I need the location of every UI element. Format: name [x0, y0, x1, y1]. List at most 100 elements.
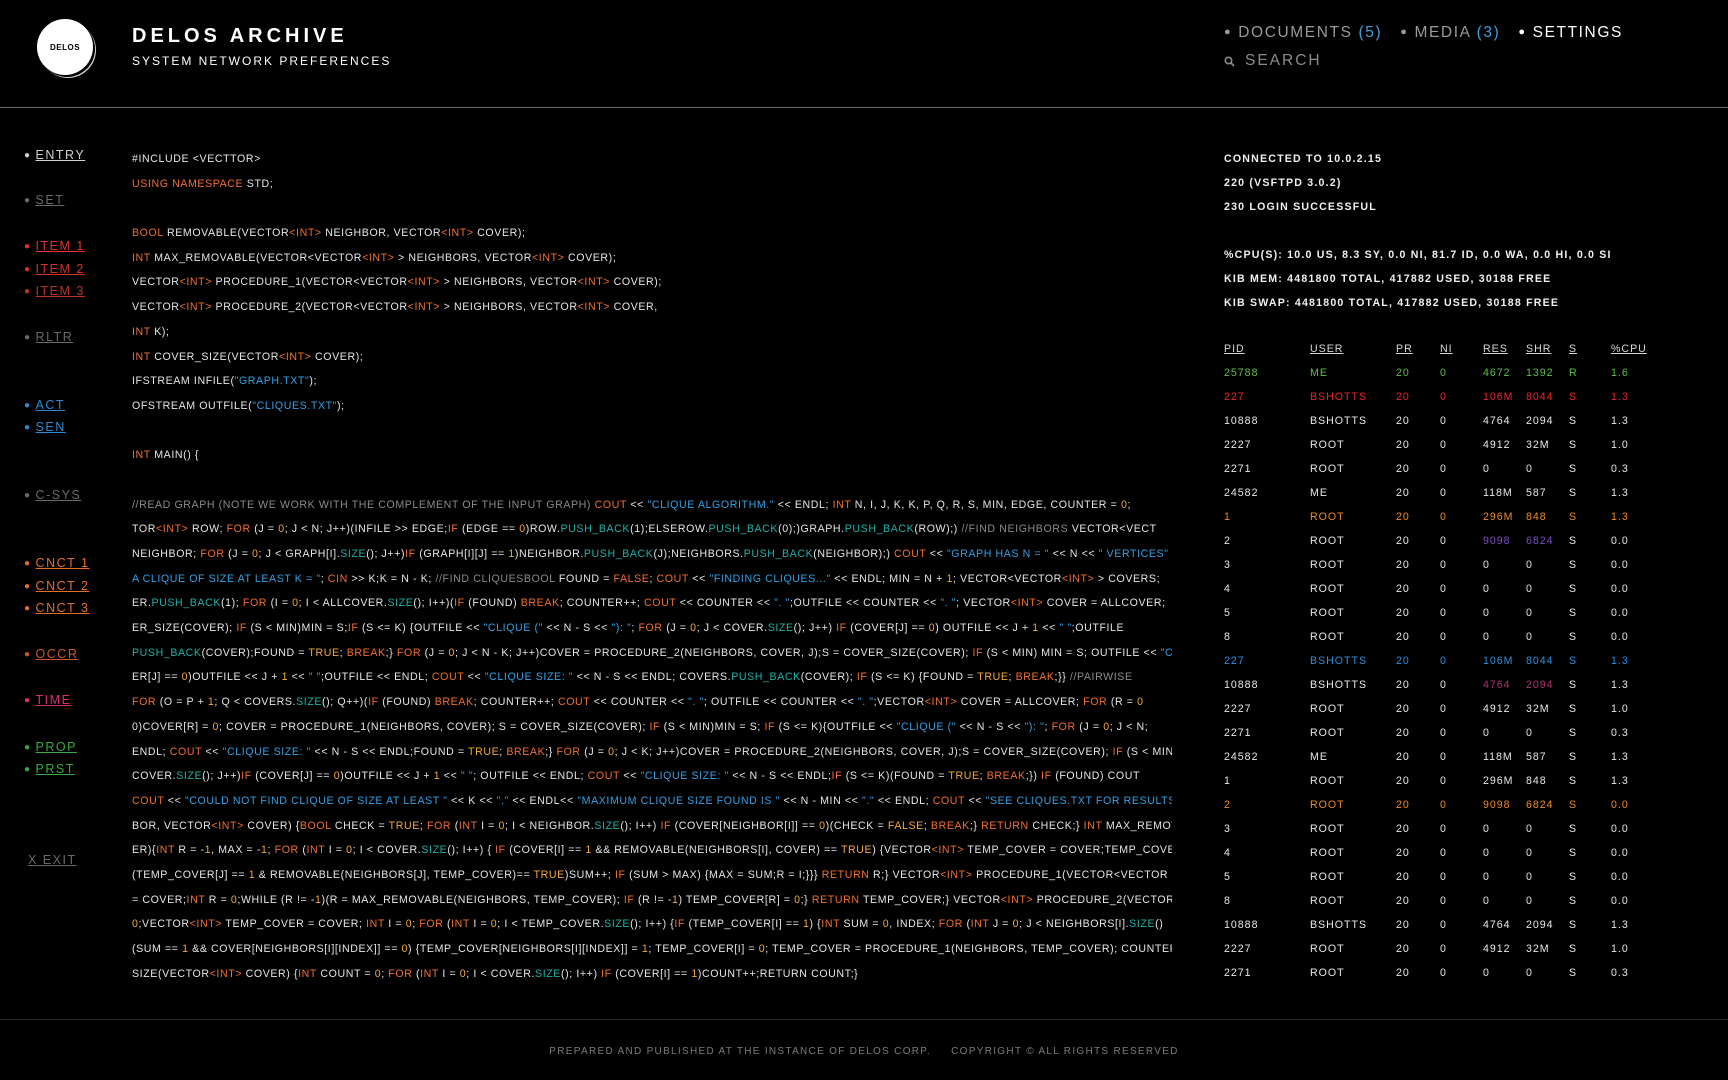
code-token: "GRAPH.TXT": [234, 375, 310, 388]
column-header[interactable]: %CPU: [1611, 343, 1661, 367]
table-row[interactable]: 5 ROOT 20 0 0 0 S 0.0: [1224, 871, 1661, 895]
sidebar-item-act[interactable]: ● ACT: [24, 398, 65, 412]
sidebar-item-label: ACT: [35, 398, 66, 412]
terminal-line: CONNECTED TO 10.0.2.15: [1224, 153, 1383, 165]
table-row[interactable]: 227 BSHOTTS 20 0 106M 8044 S 1.3: [1224, 391, 1661, 415]
search-link[interactable]: SEARCH: [1224, 52, 1322, 70]
table-row[interactable]: 8 ROOT 20 0 0 0 S 0.0: [1224, 631, 1661, 655]
table-row[interactable]: 4 ROOT 20 0 0 0 S 0.0: [1224, 847, 1661, 871]
column-header[interactable]: SHR: [1526, 343, 1569, 367]
code-token: <<: [1038, 622, 1060, 635]
column-header[interactable]: NI: [1440, 343, 1483, 367]
code-token: (: [962, 918, 971, 931]
table-row[interactable]: 2227 ROOT 20 0 4912 32M S 1.0: [1224, 943, 1661, 967]
sidebar-item-cnct-1[interactable]: ● CNCT 1: [24, 556, 89, 570]
table-row[interactable]: 1 ROOT 20 0 296M 848 S 1.3: [1224, 511, 1661, 535]
table-row[interactable]: 3 ROOT 20 0 0 0 S 0.0: [1224, 559, 1661, 583]
table-cell: ROOT: [1310, 559, 1345, 571]
sidebar-item-item-1[interactable]: ● ITEM 1: [24, 239, 85, 253]
table-row[interactable]: 1 ROOT 20 0 296M 848 S 1.3: [1224, 775, 1661, 799]
table-row[interactable]: 5 ROOT 20 0 0 0 S 0.0: [1224, 607, 1661, 631]
code-line: ER[J] == 0)OUTFILE << J + 1 << " ";OUTFI…: [132, 665, 1172, 690]
column-header[interactable]: S: [1569, 343, 1611, 367]
table-cell: ROOT: [1310, 511, 1345, 523]
footer-divider: [0, 1019, 1728, 1020]
table-cell: 20: [1396, 631, 1410, 643]
table-row[interactable]: 10888 BSHOTTS 20 0 4764 2094 S 1.3: [1224, 679, 1661, 703]
code-token: INT: [451, 918, 470, 931]
sidebar-item-entry[interactable]: ● ENTRY: [24, 148, 85, 162]
code-token: (J =: [421, 646, 449, 659]
sidebar-item-time[interactable]: ● TIME: [24, 693, 71, 707]
table-cell: ROOT: [1310, 583, 1345, 595]
code-token: TEMP_COVER = COVER;TEMP_COVER: [964, 844, 1172, 857]
column-header[interactable]: PID: [1224, 343, 1310, 367]
code-token: BREAK: [434, 696, 474, 709]
sidebar-item-set[interactable]: ● SET: [24, 193, 64, 207]
table-cell: ROOT: [1310, 727, 1345, 739]
table-row[interactable]: 2227 ROOT 20 0 4912 32M S 1.0: [1224, 703, 1661, 727]
code-token: <INT>: [179, 301, 213, 314]
code-token: (J =: [580, 745, 609, 758]
code-line: TOR<INT> ROW; FOR (J = 0; J < N; J++)(IN…: [132, 517, 1172, 542]
table-row[interactable]: 8 ROOT 20 0 0 0 S 0.0: [1224, 895, 1661, 919]
sidebar-item-cnct-3[interactable]: ● CNCT 3: [24, 601, 89, 615]
code-token: "SEE CLIQUES.TXT FOR RESULTS": [985, 794, 1172, 807]
table-row[interactable]: 227 BSHOTTS 20 0 106M 8044 S 1.3: [1224, 655, 1661, 679]
sidebar-item-cnct-2[interactable]: ● CNCT 2: [24, 579, 89, 593]
code-token: << K <<: [447, 794, 497, 807]
table-row[interactable]: 2 ROOT 20 0 9098 6824 S 0.0: [1224, 535, 1661, 559]
code-token: ;: [923, 819, 931, 832]
table-row[interactable]: 10888 BSHOTTS 20 0 4764 2094 S 1.3: [1224, 919, 1661, 943]
code-token: <INT>: [577, 301, 611, 314]
code-token: <INT>: [189, 918, 223, 931]
code-token: ; I < NEIGHBOR.: [505, 819, 595, 832]
code-token: COVER);: [311, 350, 364, 363]
code-token: ; OUTFILE << COUNTER <<: [703, 696, 858, 709]
column-header[interactable]: RES: [1483, 343, 1526, 367]
table-row[interactable]: 2227 ROOT 20 0 4912 32M S 1.0: [1224, 439, 1661, 463]
code-token: PROCEDURE_1(VECTOR<VECTOR: [212, 276, 408, 289]
sidebar-item-prop[interactable]: ● PROP: [24, 740, 77, 754]
column-header[interactable]: PR: [1396, 343, 1440, 367]
table-cell: 848: [1526, 511, 1547, 523]
table-row[interactable]: 24582 ME 20 0 118M 587 S 1.3: [1224, 487, 1661, 511]
nav-media[interactable]: ● MEDIA (3): [1400, 24, 1500, 42]
table-cell: 5: [1224, 871, 1231, 883]
table-cell: 0.0: [1611, 535, 1629, 547]
terminal-line: 220 (VSFTPD 3.0.2): [1224, 177, 1342, 189]
sidebar-item-occr[interactable]: ● OCCR: [24, 647, 78, 661]
sidebar-item-rltr[interactable]: ● RLTR: [24, 330, 73, 344]
sidebar-item-x-exit[interactable]: X EXIT: [24, 853, 77, 867]
table-row[interactable]: 25788 ME 20 0 4672 1392 R 1.6: [1224, 367, 1661, 391]
code-line: (SUM == 1 && COVER[NEIGHBORS[I][INDEX]] …: [132, 937, 1172, 962]
code-token: ;}: [385, 646, 397, 659]
column-header[interactable]: USER: [1310, 343, 1396, 367]
table-row[interactable]: 2271 ROOT 20 0 0 0 S 0.3: [1224, 463, 1661, 487]
nav-documents[interactable]: ● DOCUMENTS (5): [1224, 24, 1382, 42]
code-token: SIZE: [296, 696, 323, 709]
table-row[interactable]: 2271 ROOT 20 0 0 0 S 0.3: [1224, 967, 1661, 991]
delos-logo[interactable]: DELOS: [37, 19, 93, 75]
code-token: R = -: [174, 844, 205, 857]
table-row[interactable]: 10888 BSHOTTS 20 0 4764 2094 S 1.3: [1224, 415, 1661, 439]
table-cell: 0: [1483, 583, 1490, 595]
code-token: IF: [347, 622, 359, 635]
table-row[interactable]: 4 ROOT 20 0 0 0 S 0.0: [1224, 583, 1661, 607]
sidebar-item-item-3[interactable]: ● ITEM 3: [24, 284, 85, 298]
table-row[interactable]: 2271 ROOT 20 0 0 0 S 0.3: [1224, 727, 1661, 751]
table-row[interactable]: 24582 ME 20 0 118M 587 S 1.3: [1224, 751, 1661, 775]
nav-settings[interactable]: ● SETTINGS: [1518, 24, 1623, 42]
sidebar-item-sen[interactable]: ● SEN: [24, 420, 66, 434]
table-row[interactable]: 3 ROOT 20 0 0 0 S 0.0: [1224, 823, 1661, 847]
code-token: ;: [320, 572, 328, 585]
code-token: ; COUNTER++;: [559, 597, 645, 610]
sidebar-item-item-2[interactable]: ● ITEM 2: [24, 262, 85, 276]
table-row[interactable]: 2 ROOT 20 0 9098 6824 S 0.0: [1224, 799, 1661, 823]
sidebar-item-c-sys[interactable]: ● C-SYS: [24, 488, 81, 502]
code-token: COVER) {: [243, 819, 300, 832]
code-line: BOOL REMOVABLE(VECTOR<INT> NEIGHBOR, VEC…: [132, 221, 1172, 246]
code-token: (J =: [1075, 720, 1104, 733]
sidebar-item-prst[interactable]: ● PRST: [24, 762, 75, 776]
code-token: ; TEMP_COVER = PROCEDURE_1(NEIGHBORS, TE…: [765, 943, 1172, 955]
